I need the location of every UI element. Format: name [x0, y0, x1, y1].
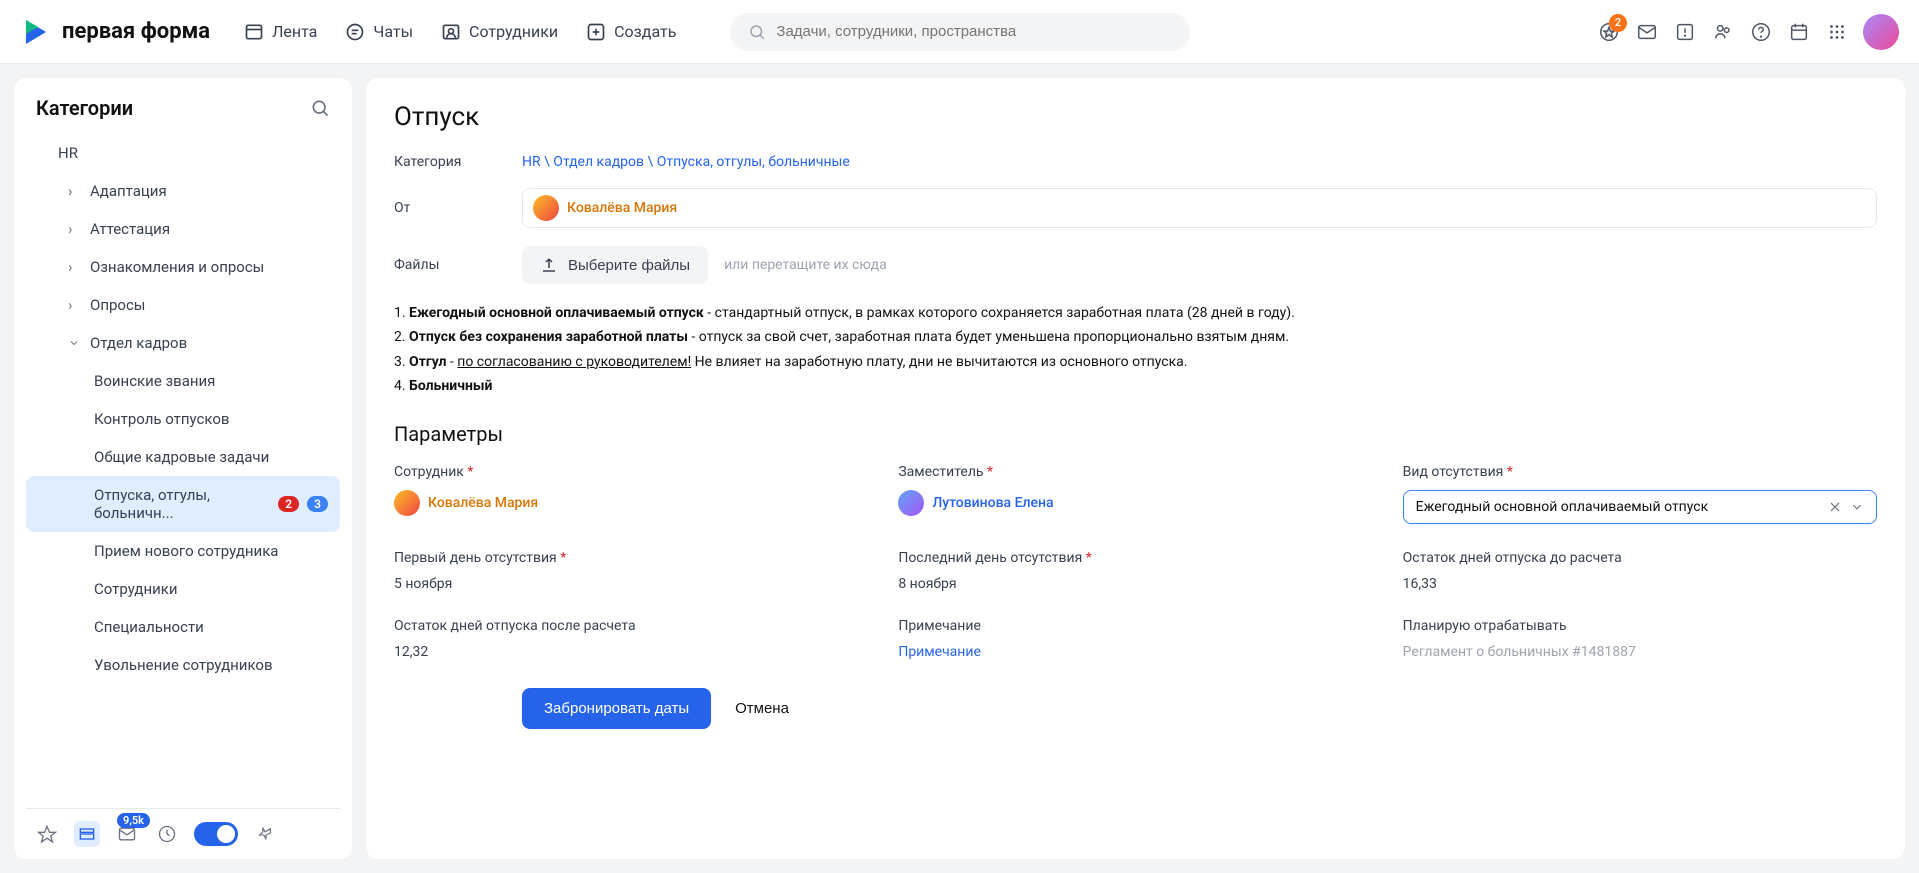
deputy-chip[interactable]: Лутовинова Елена [898, 490, 1372, 516]
sidebar-title: Категории [36, 96, 133, 120]
files-label: Файлы [394, 257, 522, 273]
users-icon[interactable] [1711, 20, 1735, 44]
logo-icon [20, 16, 52, 48]
page-title: Отпуск [394, 102, 1877, 132]
alert-icon[interactable] [1673, 20, 1697, 44]
category-label: Категория [394, 154, 522, 170]
nav-chats[interactable]: Чаты [335, 14, 423, 50]
upload-icon [540, 256, 558, 274]
balance-before-value: 16,33 [1403, 576, 1877, 592]
chevron-right-icon: › [68, 258, 82, 276]
tree-item-military[interactable]: Воинские звания [26, 362, 340, 400]
param-balance-after: Остаток дней отпуска после расчета 12,32 [394, 618, 868, 660]
help-icon[interactable] [1749, 20, 1773, 44]
avatar-icon [394, 490, 420, 516]
inbox-badge: 9,5k [117, 813, 150, 828]
sidebar: Категории HR ›Адаптация ›Аттестация ›Озн… [14, 78, 352, 859]
pin-icon[interactable] [252, 821, 278, 847]
file-upload-button[interactable]: Выберите файлы [522, 246, 708, 284]
main-nav: Лента Чаты Сотрудники Создать [234, 14, 686, 50]
tree-item-attestation[interactable]: ›Аттестация [26, 210, 340, 248]
employee-chip[interactable]: Ковалёва Мария [394, 490, 868, 516]
note-placeholder[interactable]: Примечание [898, 644, 1372, 660]
chevron-right-icon: › [68, 220, 82, 238]
from-label: От [394, 200, 522, 216]
param-note: Примечание Примечание [898, 618, 1372, 660]
chevron-right-icon: › [68, 296, 82, 314]
breadcrumb[interactable]: HR \ Отдел кадров \ Отпуска, отгулы, бол… [522, 154, 850, 170]
search-icon [748, 23, 766, 41]
tree-item-dismissal[interactable]: Увольнение сотрудников [26, 646, 340, 684]
tree-item-employees[interactable]: Сотрудники [26, 570, 340, 608]
tree-item-general-tasks[interactable]: Общие кадровые задачи [26, 438, 340, 476]
description-list: 1. Ежегодный основной оплачиваемый отпус… [394, 302, 1877, 398]
param-last-day: Последний день отсутствия * 8 ноября [898, 550, 1372, 592]
nav-feed[interactable]: Лента [234, 14, 327, 50]
sidebar-search-icon[interactable] [310, 98, 330, 118]
avatar-icon [898, 490, 924, 516]
tree-item-hr[interactable]: HR [26, 134, 340, 172]
balance-after-value: 12,32 [394, 644, 868, 660]
app-logo[interactable]: первая форма [20, 16, 210, 48]
favorite-icon[interactable]: 2 [1597, 20, 1621, 44]
badge-blue: 3 [307, 496, 328, 512]
tree-item-vacations-active[interactable]: Отпуска, отгулы, больничн... 2 3 [26, 476, 340, 532]
param-employee: Сотрудник * Ковалёва Мария [394, 464, 868, 524]
global-search[interactable] [730, 13, 1190, 51]
inbox-icon[interactable]: 9,5k [114, 821, 140, 847]
param-balance-before: Остаток дней отпуска до расчета 16,33 [1403, 550, 1877, 592]
chevron-right-icon: › [68, 182, 82, 200]
badge-red: 2 [278, 496, 299, 512]
tree-item-specialties[interactable]: Специальности [26, 608, 340, 646]
tree-item-surveys[interactable]: ›Ознакомления и опросы [26, 248, 340, 286]
app-header: первая форма Лента Чаты Сотрудники Созда… [0, 0, 1919, 64]
last-day-value[interactable]: 8 ноября [898, 576, 1372, 592]
first-day-value[interactable]: 5 ноября [394, 576, 868, 592]
param-absence-type: Вид отсутствия * Ежегодный основной опла… [1403, 464, 1877, 524]
user-avatar[interactable] [1863, 14, 1899, 50]
param-plan: Планирую отрабатывать Регламент о больни… [1403, 618, 1877, 660]
mail-icon[interactable] [1635, 20, 1659, 44]
main-content: Отпуск Категория HR \ Отдел кадров \ Отп… [366, 78, 1905, 859]
search-input[interactable] [776, 23, 1172, 40]
from-user-name[interactable]: Ковалёва Мария [567, 200, 677, 216]
tree-item-polls[interactable]: ›Опросы [26, 286, 340, 324]
header-icons: 2 [1597, 14, 1899, 50]
notif-badge: 2 [1609, 14, 1627, 32]
calendar-icon[interactable] [1787, 20, 1811, 44]
star-icon[interactable] [34, 821, 60, 847]
nav-employees[interactable]: Сотрудники [431, 14, 568, 50]
param-deputy: Заместитель * Лутовинова Елена [898, 464, 1372, 524]
file-hint: или перетащите их сюда [724, 257, 887, 273]
tree-item-adaptation[interactable]: ›Адаптация [26, 172, 340, 210]
avatar-icon [533, 195, 559, 221]
nav-create[interactable]: Создать [576, 14, 686, 50]
tree-item-hr-dept[interactable]: Отдел кадров [26, 324, 340, 362]
apps-icon[interactable] [1825, 20, 1849, 44]
param-first-day: Первый день отсутствия * 5 ноября [394, 550, 868, 592]
tree-item-onboarding[interactable]: Прием нового сотрудника [26, 532, 340, 570]
chevron-down-icon[interactable] [1850, 500, 1864, 514]
params-title: Параметры [394, 422, 1877, 446]
app-name: первая форма [62, 19, 210, 44]
tree-item-vacation-control[interactable]: Контроль отпусков [26, 400, 340, 438]
absence-type-select[interactable]: Ежегодный основной оплачиваемый отпуск [1403, 490, 1877, 524]
clock-icon[interactable] [154, 821, 180, 847]
cancel-button[interactable]: Отмена [725, 688, 799, 729]
chevron-down-icon [68, 337, 82, 349]
sidebar-toggle[interactable] [194, 822, 238, 846]
plan-hint: Регламент о больничных #1481887 [1403, 644, 1877, 660]
clear-icon[interactable] [1828, 500, 1842, 514]
archive-icon[interactable] [74, 821, 100, 847]
from-user-chip[interactable]: Ковалёва Мария [522, 188, 1877, 228]
book-button[interactable]: Забронировать даты [522, 688, 711, 729]
